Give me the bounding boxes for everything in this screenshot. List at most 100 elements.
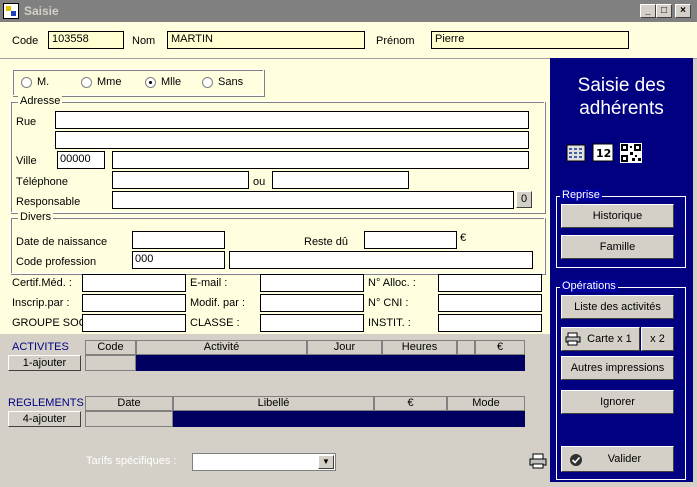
reprise-legend: Reprise [560,189,602,201]
panel-title: Saisie des adhérents [550,74,693,120]
radio-sans-label: Sans [218,76,244,88]
liste-activites-button[interactable]: Liste des activités [561,295,674,319]
activites-col-jour[interactable]: Jour [307,340,382,355]
radio-mlle-label: Mlle [161,76,182,88]
saisie-window: Saisie _ □ × Code 103558 Nom MARTIN Prén… [0,0,697,487]
prenom-label: Prénom [376,35,415,47]
activites-col-heures[interactable]: Heures [382,340,457,355]
ville-label: Ville [16,155,37,167]
responsable-label: Responsable [16,196,81,208]
postal-code-field[interactable]: 00000 [57,151,105,169]
tarifs-select[interactable]: ▼ [192,453,336,471]
code-label: Code [12,35,39,47]
instit-label: INSTIT. : [368,317,411,329]
responsable-button[interactable]: 0 [516,191,532,208]
radio-m-label: M. [37,76,50,88]
profession-field[interactable] [229,251,533,269]
classe-label: CLASSE : [190,317,240,329]
activites-title: ACTIVITES [12,341,69,353]
adresse-legend: Adresse [18,95,63,107]
panel-title-line1: Saisie des [577,75,666,96]
ignorer-button[interactable]: Ignorer [561,390,674,414]
groupe-field[interactable] [82,314,186,332]
header-bar: Code 103558 Nom MARTIN Prénom Pierre [0,22,697,59]
operations-legend: Opérations [560,280,618,292]
inscrip-label: Inscrip.par : [12,297,70,309]
historique-button[interactable]: Historique [561,204,674,228]
reste-field[interactable] [364,231,457,249]
radio-sans[interactable] [202,77,213,88]
profession-code-field[interactable]: 000 [132,251,225,269]
nom-label: Nom [132,35,156,47]
nom-field[interactable]: MARTIN [167,31,365,49]
instit-field[interactable] [438,314,542,332]
reglements-add-button[interactable]: 4-ajouter [8,411,81,427]
x2-button[interactable]: x 2 [641,327,674,351]
telephone-field-2[interactable] [272,171,409,189]
modif-field[interactable] [260,294,364,312]
tarifs-label: Tarifs spécifiques : [86,455,177,467]
chevron-down-icon[interactable]: ▼ [318,455,334,469]
reglements-col-libelle[interactable]: Libellé [173,396,374,411]
famille-button[interactable]: Famille [561,235,674,259]
activites-add-button[interactable]: 1-ajouter [8,355,81,371]
valider-button[interactable]: Valider [561,446,674,472]
activites-col-code[interactable]: Code [85,340,136,355]
app-icon [3,3,19,19]
activites-col-euro[interactable]: € [475,340,525,355]
radio-mlle[interactable] [145,77,156,88]
calculator-icon[interactable] [566,144,586,162]
classe-field[interactable] [260,314,364,332]
certif-label: Certif.Méd. : [12,277,72,289]
printer-icon[interactable] [529,453,547,469]
prenom-field[interactable]: Pierre [431,31,629,49]
responsable-field[interactable] [112,191,514,209]
cni-label: N° CNI : [368,297,409,309]
naissance-label: Date de naissance [16,236,108,248]
autres-impressions-button[interactable]: Autres impressions [561,356,674,380]
activites-row[interactable] [85,355,525,371]
window-title: Saisie [24,4,59,18]
panel-title-line2: adhérents [579,98,664,119]
alloc-label: N° Alloc. : [368,277,416,289]
radio-m[interactable] [21,77,32,88]
telephone-label: Téléphone [16,176,68,188]
telephone-field-1[interactable] [112,171,249,189]
civility-group: M. Mme Mlle Sans [12,69,264,96]
naissance-field[interactable] [132,231,225,249]
minimize-button[interactable]: _ [640,4,656,18]
alloc-field[interactable] [438,274,542,292]
cni-field[interactable] [438,294,542,312]
reglements-row[interactable] [85,411,525,427]
maximize-button[interactable]: □ [656,4,672,18]
close-button[interactable]: × [675,4,691,18]
divers-legend: Divers [18,211,54,223]
reglements-col-mode[interactable]: Mode [447,396,525,411]
reste-label: Reste dû [304,236,349,248]
inscrip-field[interactable] [82,294,186,312]
reglements-title: REGLEMENTS [8,397,84,409]
activites-col-blank[interactable] [457,340,475,355]
email-field[interactable] [260,274,364,292]
activites-col-activite[interactable]: Activité [136,340,307,355]
euro-label: € [460,232,467,244]
groupe-label: GROUPE SOCI [12,317,90,329]
rue-label: Rue [16,116,37,128]
modif-label: Modif. par : [190,297,246,309]
check-icon [570,454,582,466]
ou-label: ou [253,176,266,188]
radio-mme[interactable] [81,77,92,88]
ville-field[interactable] [112,151,529,169]
certif-field[interactable] [82,274,186,292]
code-field[interactable]: 103558 [48,31,124,49]
title-bar[interactable]: Saisie _ □ × [0,0,697,22]
qr-code-icon[interactable] [620,143,642,163]
reglements-col-euro[interactable]: € [374,396,447,411]
rue-field-1[interactable] [55,111,529,129]
reglements-col-date[interactable]: Date [85,396,173,411]
numbering-icon[interactable]: 12 [592,143,614,162]
radio-mme-label: Mme [97,76,122,88]
form-area: M. Mme Mlle Sans Adresse Rue Ville 00000… [0,59,550,334]
carte-button[interactable]: Carte x 1 [561,327,640,351]
rue-field-2[interactable] [55,131,529,149]
